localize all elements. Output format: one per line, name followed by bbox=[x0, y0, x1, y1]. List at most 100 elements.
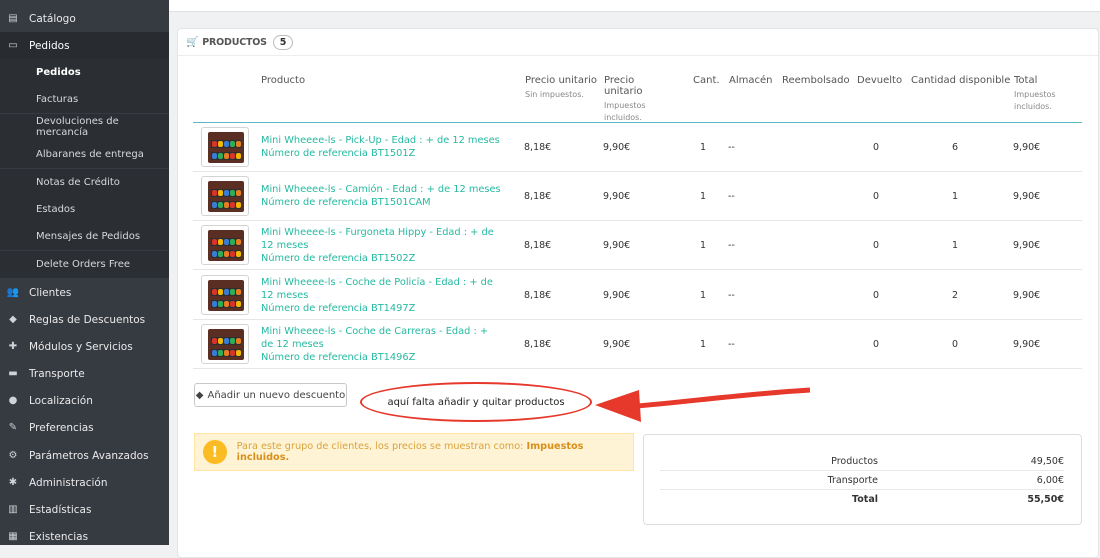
warning-icon: ! bbox=[203, 440, 227, 464]
wrench-icon: ✎ bbox=[8, 422, 18, 433]
unit-price-tax-cell: 9,90€ bbox=[603, 142, 631, 153]
product-reference[interactable]: Número de referencia BT1502Z bbox=[261, 252, 501, 265]
unit-price-cell: 8,18€ bbox=[524, 191, 552, 203]
qty-cell: 1 bbox=[700, 289, 707, 301]
sidebar-subitem[interactable]: Mensajes de Pedidos bbox=[0, 223, 169, 251]
sidebar-item-pedidos[interactable]: ▭ Pedidos bbox=[0, 32, 169, 59]
product-thumbnail[interactable] bbox=[201, 323, 249, 364]
returned-cell: 0 bbox=[873, 191, 880, 203]
warehouse-cell: -- bbox=[728, 191, 735, 203]
shopping-cart-icon: 🛒 bbox=[186, 37, 199, 48]
unit-price-cell: 8,18€ bbox=[524, 142, 552, 153]
totals-label: Total bbox=[852, 494, 878, 505]
add-discount-button[interactable]: ◆ Añadir un nuevo descuento bbox=[194, 383, 347, 407]
annotation-text: aquí falta añadir y quitar productos bbox=[387, 396, 565, 408]
sidebar-subitem[interactable]: Notas de Crédito bbox=[0, 168, 169, 196]
tax-info-alert: ! Para este grupo de clientes, los preci… bbox=[194, 433, 634, 471]
book-icon: ▤ bbox=[8, 13, 18, 24]
sidebar-subitem[interactable]: Facturas bbox=[0, 86, 169, 114]
product-link[interactable]: Mini Wheeee-ls - Pick-Up - Edad : + de 1… bbox=[261, 134, 501, 160]
sidebar-item-existencias[interactable]: ▦ Existencias bbox=[0, 523, 169, 550]
available-cell: 6 bbox=[952, 142, 959, 153]
product-count-badge: 5 bbox=[272, 35, 294, 50]
unit-price-tax-cell: 9,90€ bbox=[603, 338, 631, 350]
sidebar-item-clientes[interactable]: 👥 Clientes bbox=[0, 279, 169, 306]
col-header-unit-price-tax: Precio unitario Impuestos incluidos. bbox=[604, 75, 646, 122]
qty-cell: 1 bbox=[700, 240, 707, 252]
sidebar-item-localización[interactable]: ● Localización bbox=[0, 387, 169, 414]
tag-icon: ◆ bbox=[195, 389, 204, 401]
totals-row: Total 55,50€ bbox=[660, 490, 1064, 509]
sidebar-item-parámetros-avanzados[interactable]: ⚙ Parámetros Avanzados bbox=[0, 442, 169, 469]
product-name[interactable]: Mini Wheeee-ls - Pick-Up - Edad : + de 1… bbox=[261, 134, 501, 147]
product-name[interactable]: Mini Wheeee-ls - Coche de Policía - Edad… bbox=[261, 276, 501, 302]
col-header-product: Producto bbox=[261, 75, 306, 86]
sidebar-item-reglas-de-descuentos[interactable]: ◆ Reglas de Descuentos bbox=[0, 306, 169, 333]
sidebar-subitem[interactable]: Delete Orders Free bbox=[0, 250, 169, 278]
bar-chart-icon: ▥ bbox=[8, 504, 18, 515]
sidebar: ▤ Catálogo ▭ Pedidos 👥 Clientes ◆ Reglas de Des… bbox=[0, 0, 169, 545]
annotation-callout: aquí falta añadir y quitar productos bbox=[360, 382, 592, 422]
product-thumbnail[interactable] bbox=[201, 274, 249, 315]
sidebar-item-label: Localización bbox=[29, 394, 93, 407]
product-link[interactable]: Mini Wheeee-ls - Coche de Carreras - Eda… bbox=[261, 325, 501, 364]
sidebar-item-label: Existencias bbox=[29, 530, 89, 543]
sidebar-item-label: Reglas de Descuentos bbox=[29, 313, 146, 326]
warehouse-cell: -- bbox=[728, 289, 735, 301]
product-name[interactable]: Mini Wheeee-ls - Coche de Carreras - Eda… bbox=[261, 325, 501, 351]
tag-icon: ◆ bbox=[9, 314, 17, 325]
sidebar-subitem[interactable]: Albaranes de entrega bbox=[0, 141, 169, 169]
product-name[interactable]: Mini Wheeee-ls - Furgoneta Hippy - Edad … bbox=[261, 226, 501, 252]
product-reference[interactable]: Número de referencia BT1496Z bbox=[261, 351, 501, 364]
users-icon: 👥 bbox=[6, 287, 20, 298]
puzzle-icon: ✚ bbox=[8, 341, 18, 352]
sidebar-item-transporte[interactable]: ▬ Transporte bbox=[0, 360, 169, 387]
credit-card-icon: ▭ bbox=[8, 40, 18, 51]
total-cell: 9,90€ bbox=[1013, 191, 1041, 203]
truck-icon: ▬ bbox=[8, 368, 18, 379]
sidebar-item-preferencias[interactable]: ✎ Preferencias bbox=[0, 414, 169, 441]
totals-label: Transporte bbox=[827, 475, 878, 486]
col-header-warehouse: Almacén bbox=[729, 75, 773, 86]
sidebar-item-label: Clientes bbox=[29, 286, 72, 299]
sidebar-item-administración[interactable]: ✱ Administración bbox=[0, 469, 169, 496]
col-header-total: Total Impuestos incluidos. bbox=[1014, 75, 1056, 111]
sidebar-subitem[interactable]: Pedidos bbox=[0, 59, 169, 86]
product-link[interactable]: Mini Wheeee-ls - Furgoneta Hippy - Edad … bbox=[261, 226, 501, 265]
available-cell: 0 bbox=[952, 338, 959, 350]
product-thumbnail[interactable] bbox=[201, 225, 249, 266]
product-link[interactable]: Mini Wheeee-ls - Camión - Edad : + de 12… bbox=[261, 183, 501, 209]
sidebar-item-estadísticas[interactable]: ▥ Estadísticas bbox=[0, 496, 169, 523]
sidebar-item-label: Preferencias bbox=[29, 421, 94, 434]
table-row: Mini Wheeee-ls - Camión - Edad : + de 12… bbox=[193, 172, 1082, 222]
archive-icon: ▦ bbox=[8, 531, 18, 542]
table-row: Mini Wheeee-ls - Furgoneta Hippy - Edad … bbox=[193, 221, 1082, 271]
sidebar-item-catálogo[interactable]: ▤ Catálogo bbox=[0, 5, 169, 32]
unit-price-tax-cell: 9,90€ bbox=[603, 191, 631, 203]
available-cell: 1 bbox=[952, 240, 959, 252]
total-cell: 9,90€ bbox=[1013, 142, 1041, 153]
header-divider bbox=[178, 55, 1098, 56]
product-name[interactable]: Mini Wheeee-ls - Camión - Edad : + de 12… bbox=[261, 183, 501, 196]
product-thumbnail[interactable] bbox=[201, 127, 249, 167]
product-reference[interactable]: Número de referencia BT1501Z bbox=[261, 147, 501, 160]
order-totals: Productos 49,50€ Transporte 6,00€ Total 55,50… bbox=[643, 434, 1082, 525]
sidebar-item-label: Parámetros Avanzados bbox=[29, 449, 149, 462]
sidebar-item-label: Transporte bbox=[29, 367, 85, 380]
product-thumbnail[interactable] bbox=[201, 176, 249, 217]
table-row: Mini Wheeee-ls - Coche de Policía - Edad… bbox=[193, 271, 1082, 320]
product-reference[interactable]: Número de referencia BT1497Z bbox=[261, 302, 501, 315]
product-reference[interactable]: Número de referencia BT1501CAM bbox=[261, 196, 501, 209]
sidebar-subitem[interactable]: Devoluciones de mercancía bbox=[0, 113, 169, 141]
panel-header: 🛒 PRODUCTOS 5 bbox=[186, 35, 294, 50]
product-link[interactable]: Mini Wheeee-ls - Coche de Policía - Edad… bbox=[261, 276, 501, 315]
qty-cell: 1 bbox=[700, 191, 707, 203]
warehouse-cell: -- bbox=[728, 142, 735, 153]
sidebar-subitem[interactable]: Estados bbox=[0, 196, 169, 223]
sidebar-item-módulos-y-servicios[interactable]: ✚ Módulos y Servicios bbox=[0, 333, 169, 360]
annotation-arrow-icon bbox=[595, 387, 810, 422]
qty-cell: 1 bbox=[700, 142, 707, 153]
returned-cell: 0 bbox=[873, 240, 880, 252]
returned-cell: 0 bbox=[873, 338, 880, 350]
unit-price-tax-cell: 9,90€ bbox=[603, 289, 631, 301]
